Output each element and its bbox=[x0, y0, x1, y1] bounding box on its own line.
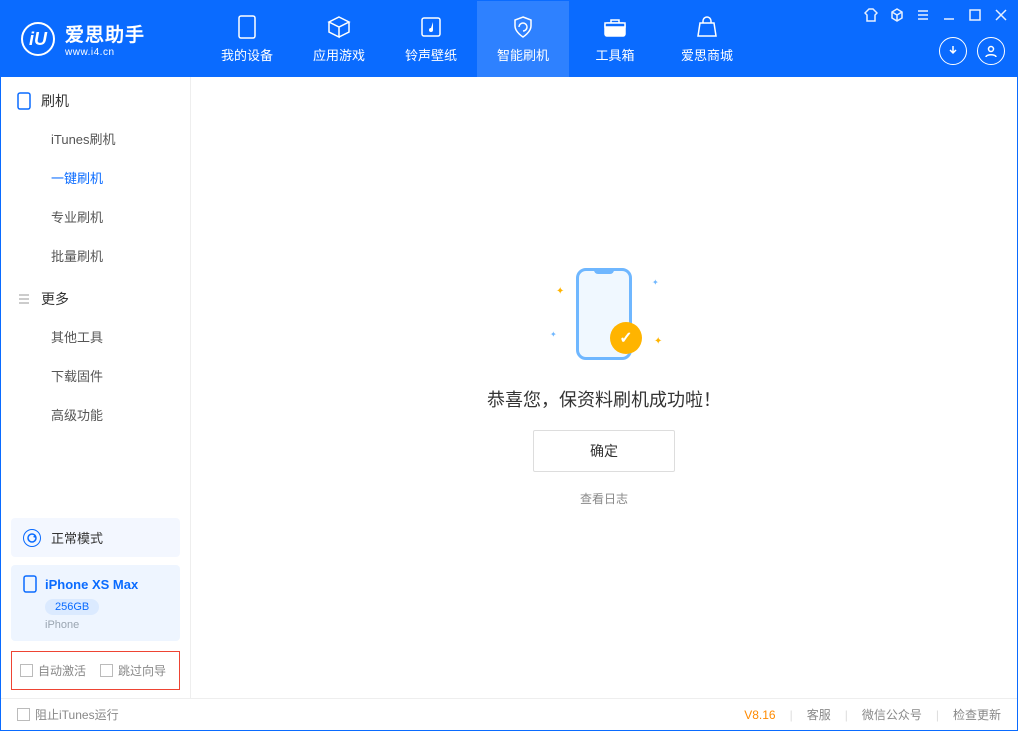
sidebar-section-flash: 刷机 bbox=[1, 77, 190, 119]
logo-area: iU 爱思助手 www.i4.cn bbox=[1, 20, 201, 58]
music-note-icon bbox=[419, 15, 443, 39]
phone-notch-icon bbox=[594, 268, 614, 274]
app-window: iU 爱思助手 www.i4.cn 我的设备 应用游戏 铃声壁纸 智能刷机 bbox=[0, 0, 1018, 731]
tab-label: 应用游戏 bbox=[313, 45, 365, 64]
user-icon[interactable] bbox=[977, 37, 1005, 65]
device-card[interactable]: iPhone XS Max 256GB iPhone bbox=[11, 565, 180, 641]
checkbox-skip-guide[interactable]: 跳过向导 bbox=[100, 662, 166, 679]
tab-toolbox[interactable]: 工具箱 bbox=[569, 1, 661, 77]
box-icon[interactable] bbox=[889, 7, 905, 23]
phone-icon bbox=[17, 92, 31, 110]
separator: | bbox=[936, 708, 939, 722]
sparkle-icon: ✦ bbox=[556, 286, 564, 297]
sync-icon bbox=[23, 529, 41, 547]
app-url: www.i4.cn bbox=[65, 47, 145, 58]
mode-status-card[interactable]: 正常模式 bbox=[11, 518, 180, 557]
separator: | bbox=[790, 708, 793, 722]
menu-icon[interactable] bbox=[915, 7, 931, 23]
check-update-link[interactable]: 检查更新 bbox=[953, 706, 1001, 723]
storage-badge: 256GB bbox=[45, 599, 99, 615]
mode-label: 正常模式 bbox=[51, 528, 103, 547]
checkbox-block-itunes[interactable]: 阻止iTunes运行 bbox=[17, 706, 119, 723]
tab-my-device[interactable]: 我的设备 bbox=[201, 1, 293, 77]
device-name: iPhone XS Max bbox=[45, 577, 138, 592]
cb-label: 自动激活 bbox=[38, 662, 86, 679]
support-link[interactable]: 客服 bbox=[807, 706, 831, 723]
app-logo-icon: iU bbox=[21, 22, 55, 56]
sidebar-item-other-tools[interactable]: 其他工具 bbox=[1, 317, 190, 356]
download-icon[interactable] bbox=[939, 37, 967, 65]
sidebar-item-advanced[interactable]: 高级功能 bbox=[1, 395, 190, 434]
cb-label: 跳过向导 bbox=[118, 662, 166, 679]
tab-label: 铃声壁纸 bbox=[405, 45, 457, 64]
separator: | bbox=[845, 708, 848, 722]
sidebar-item-pro-flash[interactable]: 专业刷机 bbox=[1, 197, 190, 236]
close-icon[interactable] bbox=[993, 7, 1009, 23]
success-illustration: ✓ ✦ ✦ ✦ ✦ bbox=[544, 268, 664, 368]
options-highlighted-box: 自动激活 跳过向导 bbox=[11, 651, 180, 690]
header-action-icons bbox=[939, 37, 1005, 65]
body: 刷机 iTunes刷机 一键刷机 专业刷机 批量刷机 更多 其他工具 下载固件 … bbox=[1, 77, 1017, 698]
cube-icon bbox=[327, 15, 351, 39]
section-label: 刷机 bbox=[41, 91, 69, 111]
shirt-icon[interactable] bbox=[863, 7, 879, 23]
window-controls bbox=[863, 7, 1009, 23]
sidebar-item-download-firmware[interactable]: 下载固件 bbox=[1, 356, 190, 395]
sparkle-icon: ✦ bbox=[654, 336, 662, 347]
sidebar-item-oneclick-flash[interactable]: 一键刷机 bbox=[1, 158, 190, 197]
phone-small-icon bbox=[23, 575, 37, 593]
sidebar: 刷机 iTunes刷机 一键刷机 专业刷机 批量刷机 更多 其他工具 下载固件 … bbox=[1, 77, 191, 698]
tab-smart-flash[interactable]: 智能刷机 bbox=[477, 1, 569, 77]
toolbox-icon bbox=[603, 15, 627, 39]
sparkle-icon: ✦ bbox=[652, 278, 659, 287]
sidebar-section-more: 更多 bbox=[1, 275, 190, 317]
version-label: V8.16 bbox=[744, 708, 775, 722]
ok-button[interactable]: 确定 bbox=[533, 430, 675, 472]
tab-label: 工具箱 bbox=[595, 45, 634, 64]
main-content: ✓ ✦ ✦ ✦ ✦ 恭喜您，保资料刷机成功啦！ 确定 查看日志 bbox=[191, 77, 1017, 698]
checkbox-icon bbox=[17, 708, 30, 721]
success-message: 恭喜您，保资料刷机成功啦！ bbox=[487, 386, 721, 412]
sidebar-item-batch-flash[interactable]: 批量刷机 bbox=[1, 236, 190, 275]
checkbox-icon bbox=[20, 664, 33, 677]
section-label: 更多 bbox=[41, 289, 69, 309]
tab-label: 智能刷机 bbox=[497, 45, 549, 64]
footer-bar: 阻止iTunes运行 V8.16 | 客服 | 微信公众号 | 检查更新 bbox=[1, 698, 1017, 730]
tab-ringtone-wallpaper[interactable]: 铃声壁纸 bbox=[385, 1, 477, 77]
device-icon bbox=[235, 15, 259, 39]
tab-label: 我的设备 bbox=[221, 45, 273, 64]
view-log-link[interactable]: 查看日志 bbox=[580, 490, 628, 507]
shield-refresh-icon bbox=[511, 15, 535, 39]
sparkle-icon: ✦ bbox=[550, 330, 557, 339]
checkmark-badge-icon: ✓ bbox=[610, 322, 642, 354]
app-title: 爱思助手 bbox=[65, 20, 145, 47]
wechat-link[interactable]: 微信公众号 bbox=[862, 706, 922, 723]
nav-tabs: 我的设备 应用游戏 铃声壁纸 智能刷机 工具箱 爱思商城 bbox=[201, 1, 753, 77]
shopping-bag-icon bbox=[695, 15, 719, 39]
tab-label: 爱思商城 bbox=[681, 45, 733, 64]
tab-store[interactable]: 爱思商城 bbox=[661, 1, 753, 77]
tab-apps-games[interactable]: 应用游戏 bbox=[293, 1, 385, 77]
maximize-icon[interactable] bbox=[967, 7, 983, 23]
checkbox-auto-activate[interactable]: 自动激活 bbox=[20, 662, 86, 679]
checkbox-icon bbox=[100, 664, 113, 677]
list-icon bbox=[17, 292, 31, 306]
cb-label: 阻止iTunes运行 bbox=[35, 706, 119, 723]
device-type: iPhone bbox=[45, 619, 168, 631]
header-bar: iU 爱思助手 www.i4.cn 我的设备 应用游戏 铃声壁纸 智能刷机 bbox=[1, 1, 1017, 77]
minimize-icon[interactable] bbox=[941, 7, 957, 23]
sidebar-item-itunes-flash[interactable]: iTunes刷机 bbox=[1, 119, 190, 158]
